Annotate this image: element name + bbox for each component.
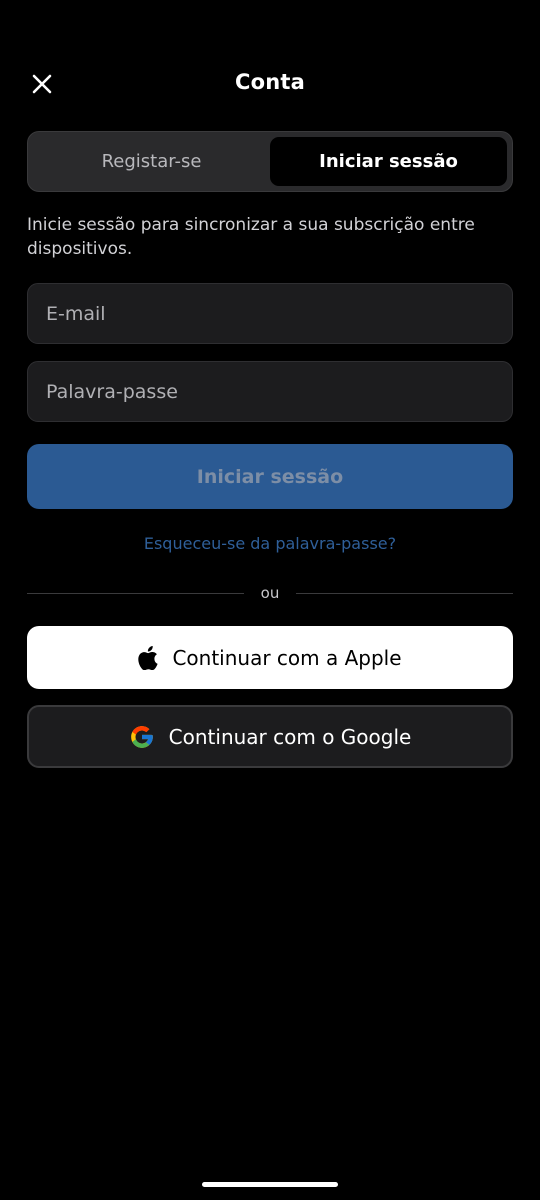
divider-line-right [296,593,513,594]
login-button[interactable]: Iniciar sessão [27,444,513,509]
tab-register[interactable]: Registar-se [33,137,270,186]
auth-mode-segmented-control: Registar-se Iniciar sessão [27,131,513,192]
apple-button-label: Continuar com a Apple [172,645,402,670]
description-text: Inicie sessão para sincronizar a sua sub… [27,215,475,259]
tab-login[interactable]: Iniciar sessão [270,137,507,186]
divider-label: ou [260,584,280,602]
continue-with-google-button[interactable]: Continuar com o Google [27,705,513,768]
apple-icon [138,645,159,670]
page-title: Conta [235,70,305,94]
home-indicator[interactable] [202,1182,338,1187]
continue-with-apple-button[interactable]: Continuar com a Apple [27,626,513,689]
account-screen: Conta Registar-se Iniciar sessão Inicie … [0,0,540,1200]
google-icon [129,724,155,750]
forgot-password-link[interactable]: Esqueceu-se da palavra-passe? [0,534,540,553]
password-field[interactable] [27,361,513,422]
google-button-label: Continuar com o Google [168,724,412,749]
email-field[interactable] [27,283,513,344]
header: Conta [0,56,540,112]
divider-line-left [27,593,244,594]
